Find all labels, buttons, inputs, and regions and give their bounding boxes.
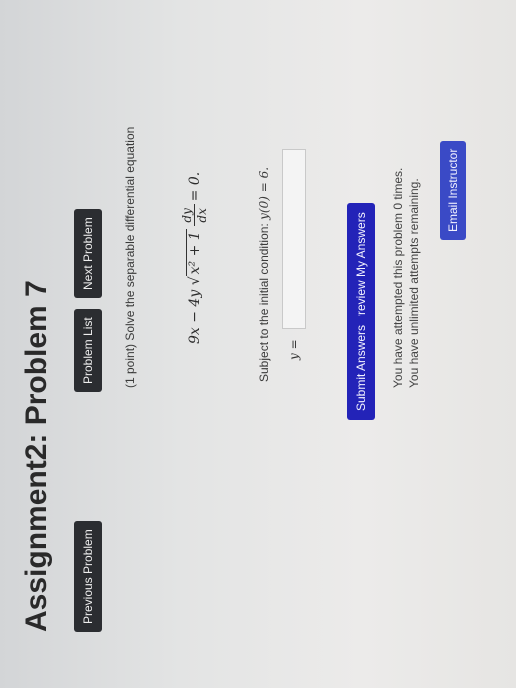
derivative-fraction: dy dx [180, 204, 209, 227]
attempts-info: You have attempted this problem 0 times.… [390, 168, 422, 388]
equation-lhs: 9x − 4y [186, 289, 203, 344]
answer-label: y = [287, 339, 301, 360]
sqrt-sign: √ [186, 276, 203, 290]
page-title: Assignment2: Problem 7 [20, 280, 53, 632]
fraction-numerator: dy [180, 208, 194, 223]
attempts-count-text: You have attempted this problem 0 times. [391, 167, 405, 388]
previous-problem-button[interactable]: Previous Problem [74, 521, 102, 632]
preview-answers-button[interactable]: Preview My Answers [347, 203, 375, 332]
email-instructor-button[interactable]: Email Instructor [440, 140, 466, 240]
condition-math: y(0) = 6. [257, 166, 271, 220]
fraction-denominator: dx [195, 208, 209, 223]
submit-answers-button[interactable]: Submit Answers [347, 315, 375, 420]
problem-list-button[interactable]: Problem List [74, 309, 102, 392]
equation-radicand: x² + 1 [186, 229, 203, 277]
attempts-remaining-text: You have unlimited attempts remaining. [407, 178, 421, 388]
answer-input[interactable] [282, 149, 306, 330]
screen: Assignment2: Problem 7 Previous Problem … [0, 0, 516, 688]
equation-rhs: = 0. [186, 171, 203, 202]
problem-statement: (1 point) Solve the separable differenti… [123, 126, 137, 388]
initial-condition: Subject to the initial condition: y(0) =… [257, 167, 271, 382]
next-problem-button[interactable]: Next Problem [74, 209, 102, 298]
differential-equation: 9x − 4y √ x² + 1 dy dx = 0. [180, 172, 209, 344]
answer-row: y = [282, 149, 306, 360]
problem-page: Assignment2: Problem 7 Previous Problem … [20, 0, 490, 660]
condition-label: Subject to the initial condition: [257, 219, 271, 382]
